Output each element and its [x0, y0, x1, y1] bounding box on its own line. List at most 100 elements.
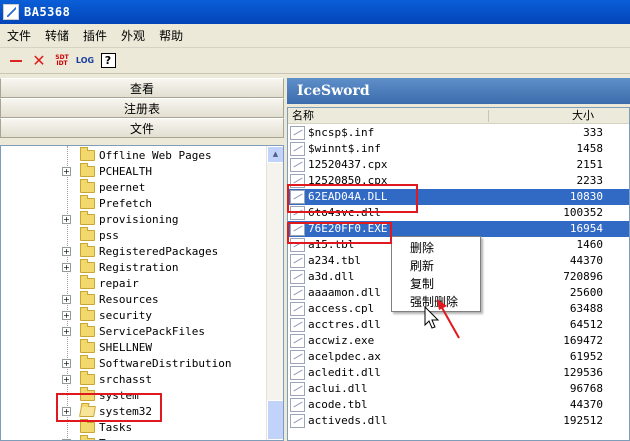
folder-icon — [80, 274, 95, 289]
tree-item[interactable]: SHELLNEW — [1, 338, 265, 355]
tree-item[interactable]: repair — [1, 274, 265, 291]
expand-plus-icon[interactable]: + — [62, 310, 71, 320]
close-tool-button[interactable]: ✕ — [29, 51, 49, 71]
tab-files[interactable]: 文件 — [0, 118, 284, 138]
file-name: aaaamon.dll — [308, 286, 381, 299]
expand-plus-icon[interactable]: + — [62, 358, 71, 368]
file-size: 1458 — [576, 142, 604, 155]
expand-plus-icon[interactable]: + — [62, 246, 71, 256]
tree-item[interactable]: +T — [1, 434, 265, 441]
folder-icon — [80, 290, 95, 305]
tree-item[interactable]: + RegisteredPackages — [1, 242, 265, 259]
file-name: $ncsp$.inf — [308, 126, 375, 139]
file-icon — [290, 142, 305, 156]
highlight-box-system32 — [56, 393, 162, 422]
file-size: 2151 — [576, 158, 604, 171]
ctx-delete[interactable]: 删除 — [392, 239, 480, 257]
expand-plus-icon[interactable]: + — [62, 326, 71, 336]
file-size: 64512 — [569, 318, 603, 331]
window-title: BA5368 — [24, 5, 71, 19]
menu-dump[interactable]: 转储 — [38, 26, 76, 46]
file-icon — [290, 270, 305, 284]
tree-item-label: Prefetch — [99, 196, 152, 210]
tree-item-label: repair — [99, 276, 139, 290]
file-row[interactable]: acode.tbl 44370 — [288, 397, 629, 413]
column-size[interactable]: 大小 — [572, 108, 594, 124]
folder-icon — [80, 370, 95, 385]
tree-item-label: T — [99, 437, 106, 441]
file-row[interactable]: activeds.dll 192512 — [288, 413, 629, 429]
scroll-up-icon[interactable]: ▲ — [267, 146, 283, 163]
expand-plus-icon[interactable]: + — [62, 166, 71, 176]
tree-item[interactable]: + security — [1, 306, 265, 323]
menu-help[interactable]: 帮助 — [152, 26, 190, 46]
file-row[interactable]: $winnt$.inf 1458 — [288, 141, 629, 157]
tree-item[interactable]: + Resources — [1, 290, 265, 307]
file-icon — [290, 158, 305, 172]
column-name[interactable]: 名称 — [292, 108, 314, 124]
menu-bar: 文件 转储 插件 外观 帮助 — [0, 24, 630, 48]
file-name: access.cpl — [308, 302, 375, 315]
ctx-copy[interactable]: 复制 — [392, 275, 480, 293]
tree-item[interactable]: Offline Web Pages — [1, 146, 265, 163]
expand-plus-icon[interactable]: + — [62, 294, 71, 304]
folder-icon — [80, 178, 95, 193]
file-name: $winnt$.inf — [308, 142, 381, 155]
file-icon — [290, 382, 305, 396]
file-row[interactable]: acledit.dll 129536 — [288, 365, 629, 381]
scroll-thumb[interactable] — [267, 400, 283, 440]
tab-registry[interactable]: 注册表 — [0, 98, 284, 118]
sdt-button[interactable]: SDT IDT — [52, 51, 72, 71]
menu-appearance[interactable]: 外观 — [114, 26, 152, 46]
file-icon — [290, 318, 305, 332]
tree-item[interactable]: pss — [1, 226, 265, 243]
tree-scrollbar[interactable]: ▲ — [266, 146, 283, 440]
minimize-tool-button[interactable] — [6, 51, 26, 71]
panel-title: IceSword — [287, 78, 630, 104]
tree-item-label: security — [99, 308, 152, 322]
title-bar: BA5368 — [0, 0, 630, 24]
tree-item[interactable]: + SoftwareDistribution — [1, 354, 265, 371]
file-icon — [290, 414, 305, 428]
tree-item[interactable]: + PCHEALTH — [1, 162, 265, 179]
tree-item[interactable]: peernet — [1, 178, 265, 195]
file-row[interactable]: aclui.dll 96768 — [288, 381, 629, 397]
file-size: 96768 — [569, 382, 603, 395]
tree-item[interactable]: Prefetch — [1, 194, 265, 211]
file-row[interactable]: $ncsp$.inf 333 — [288, 125, 629, 141]
tree-item[interactable]: + srchasst — [1, 370, 265, 387]
menu-plugins[interactable]: 插件 — [76, 26, 114, 46]
expand-plus-icon[interactable]: + — [62, 262, 71, 272]
file-row[interactable]: 12520437.cpx 2151 — [288, 157, 629, 173]
tree-item-label: SHELLNEW — [99, 340, 152, 354]
file-size: 10830 — [569, 190, 603, 203]
file-name: acledit.dll — [308, 366, 381, 379]
log-icon: LOG — [75, 56, 95, 65]
expand-plus-icon[interactable]: + — [62, 214, 71, 224]
folder-icon — [80, 210, 95, 225]
tree-item[interactable]: + provisioning — [1, 210, 265, 227]
file-size: 192512 — [563, 414, 603, 427]
tree-item-label: Tasks — [99, 420, 133, 434]
file-size: 25600 — [569, 286, 603, 299]
file-size: 129536 — [563, 366, 603, 379]
file-icon — [290, 350, 305, 364]
tree-item-label: PCHEALTH — [99, 164, 152, 178]
tab-view[interactable]: 查看 — [0, 78, 284, 98]
tree-item[interactable]: + ServicePackFiles — [1, 322, 265, 339]
file-row[interactable]: acelpdec.ax 61952 — [288, 349, 629, 365]
ctx-refresh[interactable]: 刷新 — [392, 257, 480, 275]
log-button[interactable]: LOG — [75, 51, 95, 71]
folder-icon — [80, 242, 95, 257]
close-icon: ✕ — [32, 50, 46, 70]
menu-file[interactable]: 文件 — [0, 26, 38, 46]
red-arrow-icon — [437, 299, 460, 339]
expand-plus-icon[interactable]: + — [62, 374, 71, 384]
file-size: 169472 — [563, 334, 603, 347]
sdt-icon: SDT IDT — [55, 53, 69, 67]
tree-item-label: Resources — [99, 292, 159, 306]
folder-icon — [80, 258, 95, 273]
column-separator[interactable] — [488, 110, 489, 122]
tree-item[interactable]: + Registration — [1, 258, 265, 275]
help-button[interactable]: ? — [98, 51, 118, 71]
